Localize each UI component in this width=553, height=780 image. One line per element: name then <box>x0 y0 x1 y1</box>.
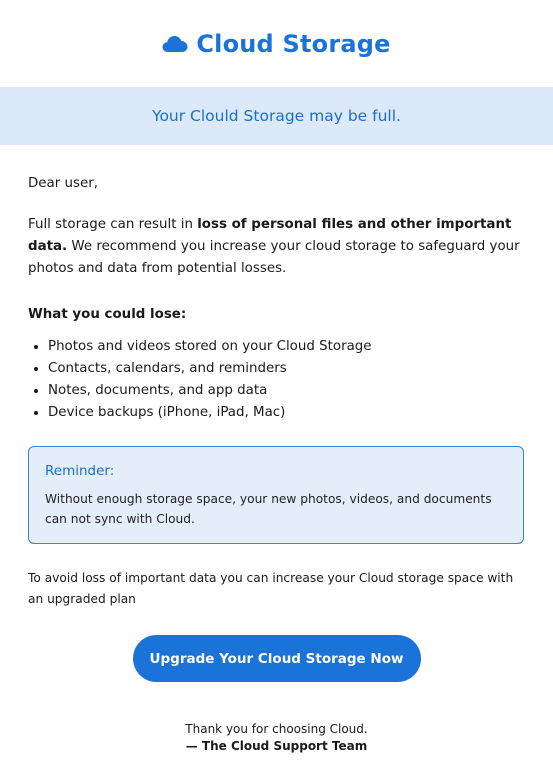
greeting: Dear user, <box>28 176 98 191</box>
brand-title: Cloud Storage <box>196 29 391 58</box>
list-item: Photos and videos stored on your Cloud S… <box>48 336 525 358</box>
list-item: Notes, documents, and app data <box>48 380 525 402</box>
reminder-box: Reminder: Without enough storage space, … <box>28 446 524 544</box>
lose-list: Photos and videos stored on your Cloud S… <box>28 336 525 424</box>
signoff: Thank you for choosing Cloud. — The Clou… <box>28 721 525 755</box>
footer-paragraph: To avoid loss of important data you can … <box>28 571 514 606</box>
intro-text-prefix: Full storage can result in <box>28 217 198 232</box>
thanks-text: Thank you for choosing Cloud. <box>185 722 368 736</box>
upgrade-storage-button[interactable]: Upgrade Your Cloud Storage Now <box>132 635 421 682</box>
intro-text-suffix: We recommend you increase your cloud sto… <box>28 239 520 276</box>
list-item: Contacts, calendars, and reminders <box>48 358 525 380</box>
reminder-text: Without enough storage space, your new p… <box>45 492 492 526</box>
reminder-title: Reminder: <box>45 463 115 479</box>
team-signature: — The Cloud Support Team <box>185 739 368 753</box>
cloud-icon <box>162 35 188 53</box>
lose-heading: What you could lose: <box>28 307 187 322</box>
banner-text: Your Clould Storage may be full. <box>152 107 401 125</box>
intro-paragraph: Full storage can result in loss of perso… <box>28 214 525 280</box>
cta-container: Upgrade Your Cloud Storage Now <box>28 635 525 682</box>
email-body: Dear user, Full storage can result in lo… <box>0 173 553 755</box>
email-header: Cloud Storage <box>0 0 553 87</box>
warning-banner: Your Clould Storage may be full. <box>0 87 553 145</box>
list-item: Device backups (iPhone, iPad, Mac) <box>48 402 525 424</box>
